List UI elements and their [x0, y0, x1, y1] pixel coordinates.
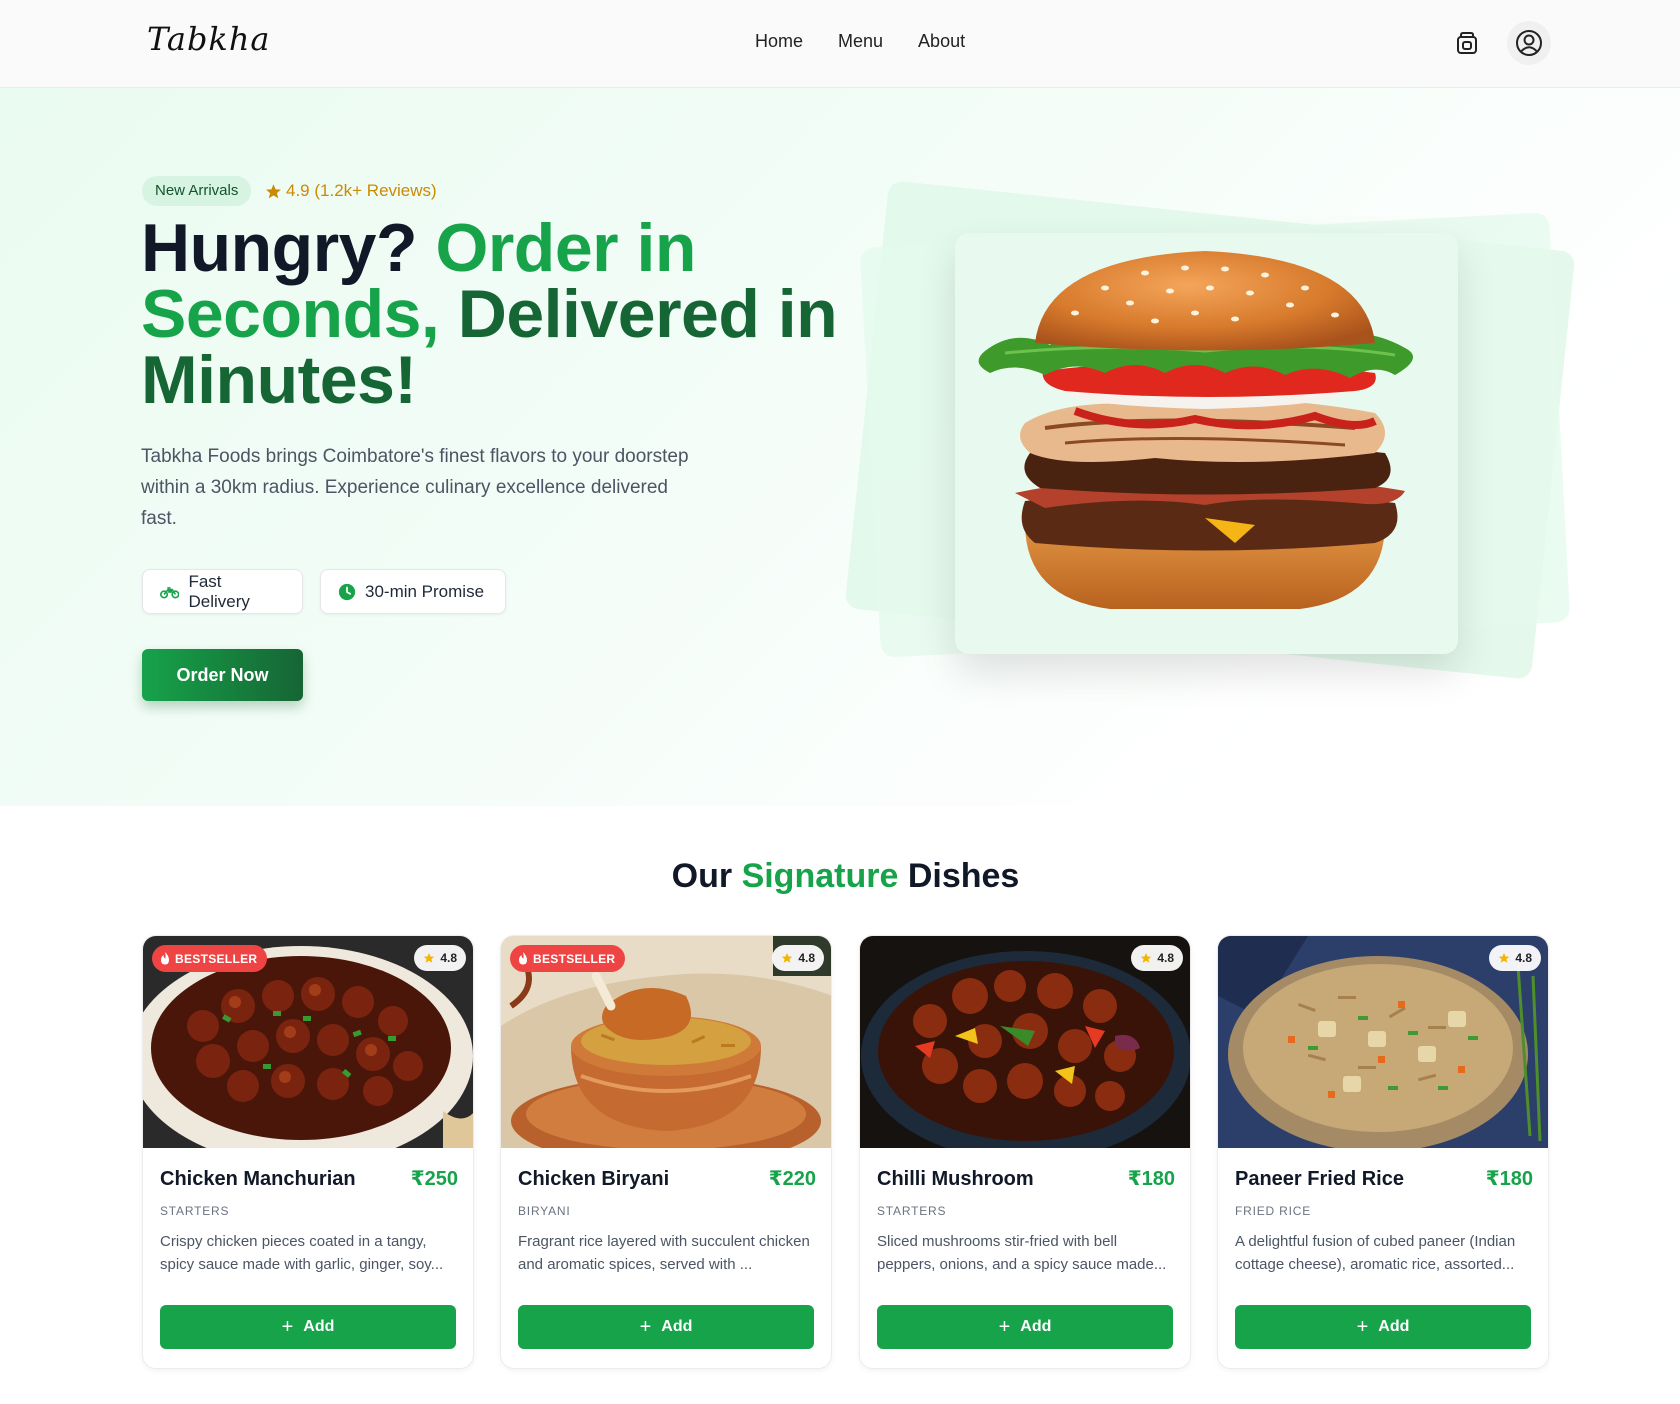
account-button[interactable]: [1507, 21, 1551, 65]
main-nav: Home Menu About: [755, 31, 965, 52]
star-icon: [424, 953, 435, 963]
add-to-cart-button[interactable]: + Add: [160, 1305, 456, 1349]
hero-rating: 4.9 (1.2k+ Reviews): [265, 181, 437, 201]
dish-description: Crispy chicken pieces coated in a tangy,…: [160, 1233, 444, 1273]
dish-description: Fragrant rice layered with succulent chi…: [518, 1233, 810, 1273]
burger-image: [978, 251, 1413, 609]
logo[interactable]: Tabkha: [147, 20, 271, 58]
cart-button[interactable]: [1452, 28, 1482, 58]
dish-category: FRIED RICE: [1235, 1204, 1312, 1218]
feature-label: Fast Delivery: [188, 571, 250, 611]
new-arrivals-badge: New Arrivals: [142, 176, 252, 206]
dish-image: 4.8: [860, 936, 1190, 1148]
add-to-cart-button[interactable]: + Add: [877, 1305, 1173, 1349]
card-body: Chicken Manchurian ₹250 STARTERS Crispy …: [160, 1166, 458, 1276]
dish-description: A delightful fusion of cubed paneer (Ind…: [1235, 1233, 1516, 1273]
dish-description: Sliced mushrooms stir-fried with bell pe…: [877, 1233, 1167, 1273]
shopping-bag-icon: [1457, 32, 1477, 54]
plus-icon: +: [998, 1316, 1011, 1338]
motorcycle-icon: [160, 586, 180, 598]
card-body: Chilli Mushroom ₹180 STARTERS Sliced mus…: [877, 1166, 1175, 1276]
order-now-button[interactable]: Order Now: [142, 649, 303, 701]
dish-image: 4.8: [1218, 936, 1548, 1148]
rating-text: 4.9 (1.2k+ Reviews): [286, 181, 437, 200]
hero-description: Tabkha Foods brings Coimbatore's finest …: [141, 446, 689, 529]
bestseller-badge: BESTSELLER: [152, 945, 268, 972]
star-icon: [266, 183, 281, 198]
section-title: Our Signature Dishes: [0, 857, 1680, 896]
plus-icon: +: [1356, 1316, 1369, 1338]
star-icon: [782, 953, 793, 963]
dish-name: Chilli Mushroom: [877, 1168, 1034, 1190]
headline-part1: Hungry?: [141, 210, 436, 286]
rating-badge: 4.8: [414, 945, 466, 971]
nav-home[interactable]: Home: [755, 31, 803, 52]
user-circle-icon: [1516, 30, 1542, 56]
dish-price: ₹180: [1127, 1168, 1175, 1190]
title-pre: Our: [671, 857, 742, 895]
star-icon: [1141, 953, 1152, 963]
dish-price: ₹220: [768, 1168, 816, 1190]
nav-menu[interactable]: Menu: [838, 31, 883, 52]
dish-category: BIRYANI: [518, 1204, 571, 1218]
bestseller-badge: BESTSELLER: [510, 945, 626, 972]
rating-badge: 4.8: [1131, 945, 1183, 971]
dish-name: Chicken Biryani: [518, 1168, 670, 1190]
dish-category: STARTERS: [160, 1204, 230, 1218]
dish-card-paneer-fried-rice[interactable]: 4.8 Paneer Fried Rice ₹180 FRIED RICE A …: [1217, 935, 1549, 1369]
feature-30-min-promise: 30-min Promise: [320, 569, 506, 614]
hero-headline: Hungry? Order in Seconds, Delivered in M…: [141, 214, 841, 414]
clock-icon: [338, 583, 356, 600]
dish-category: STARTERS: [877, 1204, 947, 1218]
title-post: Dishes: [898, 857, 1020, 895]
card-body: Paneer Fried Rice ₹180 FRIED RICE A deli…: [1235, 1166, 1533, 1276]
dish-price: ₹250: [410, 1168, 458, 1190]
card-body: Chicken Biryani ₹220 BIRYANI Fragrant ri…: [518, 1166, 816, 1276]
title-highlight: Signature: [741, 857, 899, 895]
star-icon: [1499, 953, 1510, 963]
dish-name: Chicken Manchurian: [160, 1168, 356, 1190]
nav-about[interactable]: About: [918, 31, 965, 52]
rating-badge: 4.8: [772, 945, 824, 971]
dish-card-chicken-biryani[interactable]: BESTSELLER 4.8 Chicken Biryani ₹220 BIRY…: [500, 935, 832, 1369]
hero-image-frame: [955, 233, 1458, 654]
dish-name: Paneer Fried Rice: [1235, 1168, 1404, 1190]
flame-icon: [161, 952, 169, 965]
flame-icon: [519, 952, 527, 965]
add-to-cart-button[interactable]: + Add: [1235, 1305, 1531, 1349]
dish-image: BESTSELLER 4.8: [501, 936, 831, 1148]
dish-card-chilli-mushroom[interactable]: 4.8 Chilli Mushroom ₹180 STARTERS Sliced…: [859, 935, 1191, 1369]
dish-card-chicken-manchurian[interactable]: BESTSELLER 4.8 Chicken Manchurian ₹250 S…: [142, 935, 474, 1369]
site-header: Tabkha Home Menu About: [0, 0, 1680, 88]
rating-badge: 4.8: [1489, 945, 1541, 971]
dish-image: BESTSELLER 4.8: [143, 936, 473, 1148]
add-to-cart-button[interactable]: + Add: [518, 1305, 814, 1349]
plus-icon: +: [281, 1316, 294, 1338]
feature-label: 30-min Promise: [365, 581, 485, 601]
plus-icon: +: [639, 1316, 652, 1338]
feature-fast-delivery: Fast Delivery: [142, 569, 303, 614]
dish-price: ₹180: [1485, 1168, 1533, 1190]
